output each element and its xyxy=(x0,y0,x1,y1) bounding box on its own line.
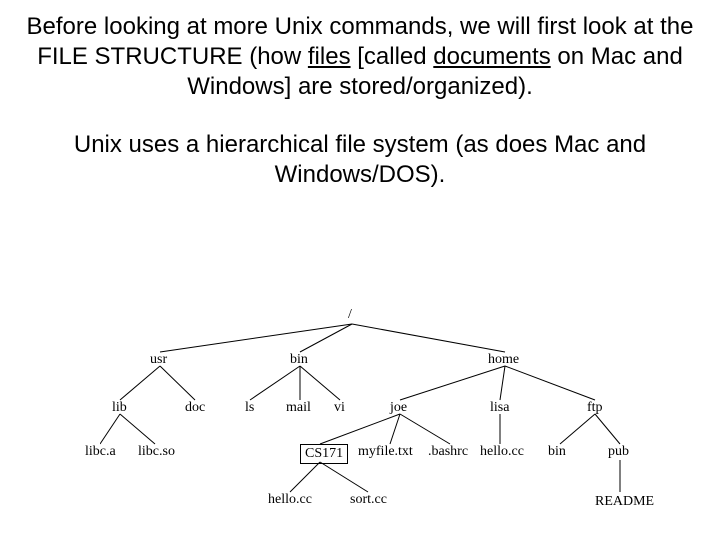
node-bashrc: .bashrc xyxy=(428,444,468,460)
node-cs171: CS171 xyxy=(300,444,348,464)
node-readme: README xyxy=(595,494,654,510)
node-libc-so: libc.so xyxy=(138,444,175,460)
node-sort-cc: sort.cc xyxy=(350,492,387,508)
file-tree-diagram: / usr bin home lib doc ls mail vi joe li… xyxy=(100,304,660,532)
node-myfile: myfile.txt xyxy=(358,444,413,460)
node-lisa: lisa xyxy=(490,400,509,416)
node-hello-cc: hello.cc xyxy=(480,444,524,460)
node-usr: usr xyxy=(150,352,167,368)
node-root: / xyxy=(348,307,352,323)
node-vi: vi xyxy=(334,400,345,416)
node-joe: joe xyxy=(390,400,407,416)
node-libc-a: libc.a xyxy=(85,444,116,460)
paragraph-2: Unix uses a hierarchical file system (as… xyxy=(0,130,720,190)
node-hello-cc2: hello.cc xyxy=(268,492,312,508)
node-pub: pub xyxy=(608,444,629,460)
node-doc: doc xyxy=(185,400,205,416)
node-lib: lib xyxy=(112,400,127,416)
p1-t2: [called xyxy=(351,43,434,70)
node-ftp: ftp xyxy=(587,400,603,416)
paragraph-1: Before looking at more Unix commands, we… xyxy=(0,12,720,102)
p1-u1: files xyxy=(308,43,351,70)
node-mail: mail xyxy=(286,400,311,416)
node-home: home xyxy=(488,352,519,368)
node-bin: bin xyxy=(290,352,308,368)
node-ls: ls xyxy=(245,400,254,416)
node-bin2: bin xyxy=(548,444,566,460)
p1-u2: documents xyxy=(433,43,550,70)
